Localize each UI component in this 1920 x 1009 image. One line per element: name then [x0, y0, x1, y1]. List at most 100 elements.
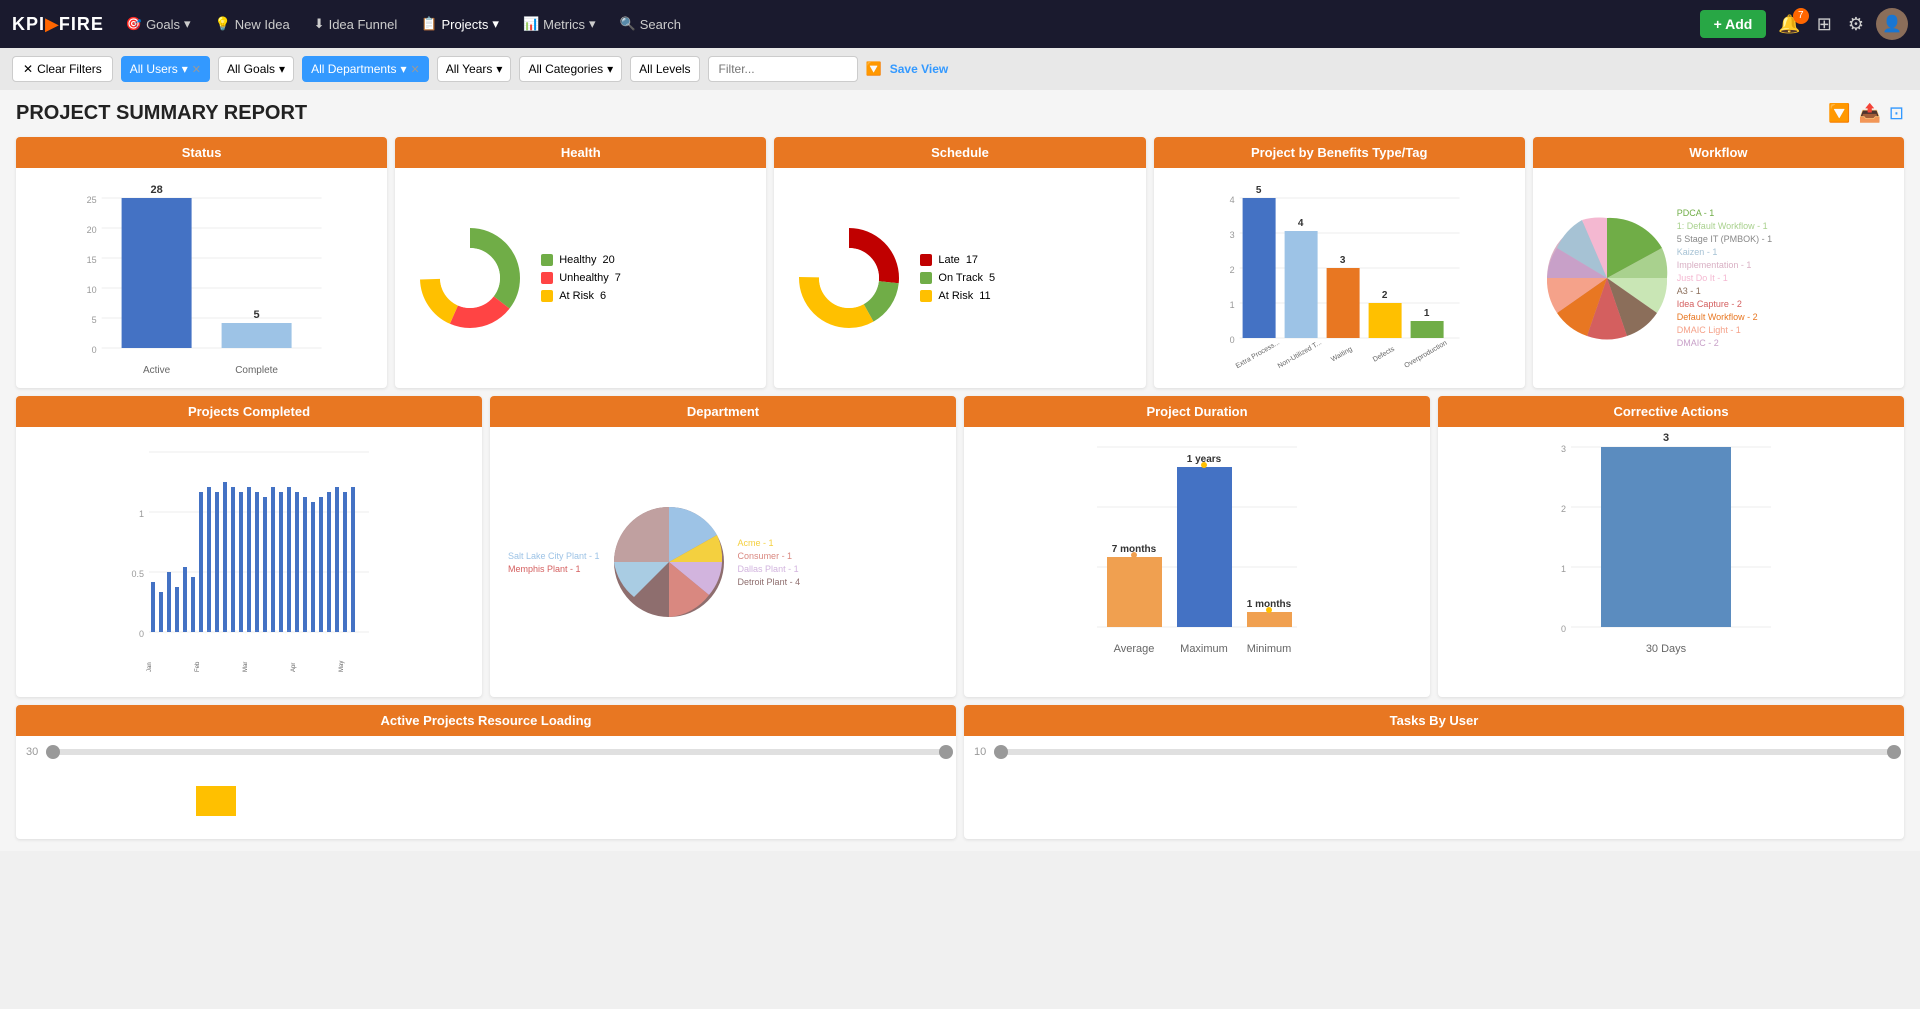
on-track-dot [920, 272, 932, 284]
workflow-a3: A3 - 1 [1677, 286, 1772, 296]
settings-icon[interactable]: ⚙ [1844, 10, 1868, 39]
svg-text:Apr: Apr [291, 663, 297, 672]
svg-text:4: 4 [1297, 218, 1303, 229]
all-years-filter[interactable]: All Years ▾ [437, 56, 512, 82]
dashboard-row-1: Status 0 5 10 15 20 25 [16, 137, 1904, 388]
nav-search[interactable]: 🔍 Search [610, 10, 691, 38]
chevron-icon4: ▾ [496, 62, 502, 76]
nav-right-section: + Add 🔔 7 ⊞ ⚙ 👤 [1700, 8, 1908, 40]
all-levels-filter[interactable]: All Levels [630, 56, 699, 82]
workflow-5stage: 5 Stage IT (PMBOK) - 1 [1677, 234, 1772, 244]
resource-loading-body: 30 [16, 736, 956, 839]
svg-text:0: 0 [1229, 335, 1234, 345]
dashboard-row-3: Active Projects Resource Loading 30 Task… [16, 705, 1904, 839]
top-nav: KPI ▶ FIRE 🎯 Goals ▾ 💡 New Idea ⬇ Idea F… [0, 0, 1920, 48]
dept-dallas: Dallas Plant - 1 [738, 564, 828, 574]
svg-text:Feb: Feb [195, 661, 201, 672]
svg-text:May: May [339, 661, 345, 672]
notification-bell[interactable]: 🔔 7 [1774, 10, 1804, 39]
schedule-header: Schedule [774, 137, 1145, 168]
projects-completed-chart: 0 0.5 1 [20, 432, 478, 692]
dept-labels-left: Salt Lake City Plant - 1 Memphis Plant -… [508, 551, 600, 574]
svg-text:Defects: Defects [1371, 345, 1395, 363]
legend-on-track: On Track 5 [920, 272, 995, 284]
benefits-body: 0 1 2 3 4 5 4 3 2 [1154, 168, 1525, 388]
nav-projects[interactable]: 📋 Projects ▾ [411, 10, 509, 38]
all-departments-filter[interactable]: All Departments ▾ ✕ [302, 56, 429, 82]
resource-loading-card: Active Projects Resource Loading 30 [16, 705, 956, 839]
remove-departments-filter[interactable]: ✕ [410, 63, 419, 76]
logo-text: KPI [12, 14, 45, 35]
svg-text:5: 5 [92, 315, 97, 325]
filter-report-icon[interactable]: 🔽 [1828, 103, 1850, 124]
report-actions: 🔽 📤 ⊡ [1828, 103, 1904, 124]
svg-text:0: 0 [139, 629, 144, 639]
tasks-slider-thumb2[interactable] [1887, 745, 1901, 759]
all-goals-filter[interactable]: All Goals ▾ [218, 56, 294, 82]
nav-goals[interactable]: 🎯 Goals ▾ [116, 10, 201, 38]
resource-slider-track[interactable] [46, 749, 946, 755]
dept-acme: Acme - 1 [738, 538, 828, 548]
department-body: Salt Lake City Plant - 1 Memphis Plant -… [490, 427, 956, 697]
resource-slider-thumb[interactable] [46, 745, 60, 759]
filter-bar: ✕ Clear Filters All Users ▾ ✕ All Goals … [0, 48, 1920, 90]
all-users-filter[interactable]: All Users ▾ ✕ [121, 56, 210, 82]
save-view-button[interactable]: Save View [890, 62, 949, 76]
workflow-pie [1537, 208, 1677, 348]
filter-input[interactable] [708, 56, 858, 82]
user-avatar[interactable]: 👤 [1876, 8, 1908, 40]
add-button[interactable]: + Add [1700, 10, 1767, 38]
tasks-slider: 10 [974, 746, 1894, 758]
svg-text:Complete: Complete [235, 365, 278, 376]
idea-icon: 💡 [215, 16, 231, 32]
svg-text:Waiting: Waiting [1330, 346, 1354, 364]
late-dot [920, 254, 932, 266]
health-donut-svg [415, 223, 525, 333]
report-header: PROJECT SUMMARY REPORT 🔽 📤 ⊡ [16, 102, 1904, 125]
clear-icon: ✕ [23, 62, 33, 76]
projects-completed-card: Projects Completed 0 0.5 1 [16, 396, 482, 697]
projects-icon: 📋 [421, 16, 437, 32]
legend-at-risk-sched: At Risk 11 [920, 290, 995, 302]
tasks-min-label: 10 [974, 746, 986, 758]
project-duration-chart: 7 months 1 years 1 months Average Maximu… [964, 427, 1430, 697]
report-title: PROJECT SUMMARY REPORT [16, 102, 307, 125]
status-chart: 0 5 10 15 20 25 28 5 Active Complete [16, 178, 387, 388]
tasks-slider-thumb[interactable] [994, 745, 1008, 759]
svg-text:0: 0 [92, 345, 97, 355]
logo[interactable]: KPI ▶ FIRE [12, 14, 104, 35]
department-pie [604, 497, 734, 627]
project-duration-body: 7 months 1 years 1 months Average Maximu… [964, 427, 1430, 697]
workflow-body: PDCA - 1 1: Default Workflow - 1 5 Stage… [1533, 168, 1904, 388]
svg-text:2: 2 [1381, 290, 1387, 301]
workflow-card: Workflow [1533, 137, 1904, 388]
remove-users-filter[interactable]: ✕ [192, 63, 201, 76]
logo-text2: FIRE [59, 14, 104, 35]
nav-idea-funnel[interactable]: ⬇ Idea Funnel [304, 10, 408, 38]
svg-text:0: 0 [1561, 624, 1566, 634]
fullscreen-icon[interactable]: ⊡ [1889, 103, 1904, 124]
grid-icon[interactable]: ⊞ [1813, 10, 1836, 39]
dept-labels-right: Acme - 1 Consumer - 1 Dallas Plant - 1 D… [738, 538, 828, 587]
department-card: Department Salt Lake City Plant - 1 Memp… [490, 396, 956, 697]
all-categories-filter[interactable]: All Categories ▾ [519, 56, 622, 82]
benefits-chart: 0 1 2 3 4 5 4 3 2 [1154, 178, 1525, 388]
svg-text:Non-Utilized T...: Non-Utilized T... [1276, 339, 1322, 370]
tasks-slider-track[interactable] [994, 749, 1894, 755]
workflow-kaizen: Kaizen - 1 [1677, 247, 1772, 257]
resource-slider-thumb2[interactable] [939, 745, 953, 759]
svg-text:10: 10 [87, 285, 97, 295]
benefits-card: Project by Benefits Type/Tag 0 1 2 3 4 5 [1154, 137, 1525, 388]
health-donut: Healthy 20 Unhealthy 7 At Risk 6 [405, 213, 756, 343]
legend-late: Late 17 [920, 254, 995, 266]
nav-new-idea[interactable]: 💡 New Idea [205, 10, 300, 38]
schedule-card: Schedule Late 17 [774, 137, 1145, 388]
svg-text:5: 5 [1255, 185, 1261, 196]
clear-filters-button[interactable]: ✕ Clear Filters [12, 56, 113, 82]
main-content: PROJECT SUMMARY REPORT 🔽 📤 ⊡ Status [0, 90, 1920, 851]
share-icon[interactable]: 📤 [1858, 103, 1880, 124]
workflow-idea-capture: Idea Capture - 2 [1677, 299, 1772, 309]
filter-icon[interactable]: 🔽 [866, 61, 882, 77]
department-content: Salt Lake City Plant - 1 Memphis Plant -… [500, 489, 946, 635]
nav-metrics[interactable]: 📊 Metrics ▾ [513, 10, 606, 38]
